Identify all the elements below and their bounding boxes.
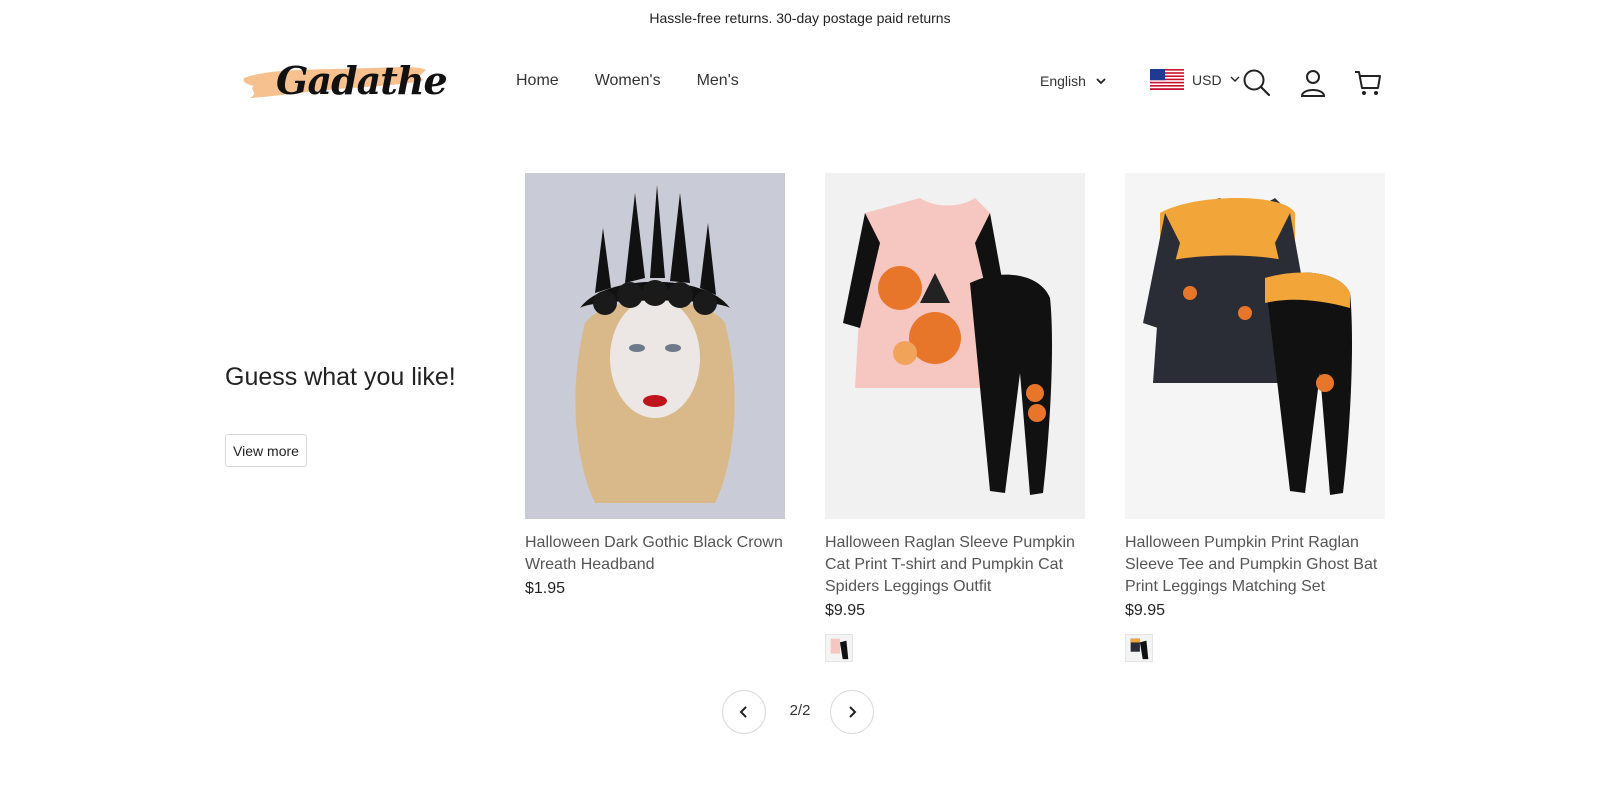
recommendation-heading: Guess what you like! <box>225 363 456 392</box>
nav-womens[interactable]: Women's <box>595 72 661 90</box>
chevron-right-icon <box>849 706 857 718</box>
us-flag-icon <box>1150 69 1184 90</box>
product-price: $9.95 <box>1125 602 1166 619</box>
product-image-pumpkin-ghost-set[interactable] <box>1125 173 1385 519</box>
nav-mens[interactable]: Men's <box>697 72 739 90</box>
cart-button[interactable] <box>1353 68 1383 98</box>
language-selector[interactable]: English <box>1040 73 1106 89</box>
site-header: Gadathe Home Women's Men's English USD <box>0 44 1600 124</box>
page-indicator: 2/2 <box>789 702 811 719</box>
product-card[interactable]: Halloween Dark Gothic Black Crown Wreath… <box>525 173 785 600</box>
currency-label: USD <box>1192 71 1222 88</box>
previous-button[interactable] <box>722 690 766 734</box>
view-more-button[interactable]: View more <box>225 434 307 467</box>
section-title: Guess what you like! <box>225 363 456 391</box>
carousel-pagination: 2/2 <box>0 690 1600 734</box>
product-image-crown-headband[interactable] <box>525 173 785 519</box>
next-button[interactable] <box>830 690 874 734</box>
announcement-bar: Hassle-free returns. 30-day postage paid… <box>0 0 1600 36</box>
product-price: $1.95 <box>525 580 566 597</box>
search-button[interactable] <box>1242 68 1272 98</box>
product-title[interactable]: Halloween Raglan Sleeve Pumpkin Cat Prin… <box>825 532 1085 598</box>
logo-wordmark: Gadathe <box>276 58 448 103</box>
account-button[interactable] <box>1298 68 1328 98</box>
currency-selector[interactable]: USD <box>1150 69 1240 90</box>
chevron-down-icon <box>1096 77 1106 84</box>
brand-logo[interactable]: Gadathe <box>240 50 448 110</box>
search-icon <box>1243 69 1271 97</box>
nav-home[interactable]: Home <box>516 72 559 90</box>
product-image-pumpkin-cat-outfit[interactable] <box>825 173 1085 519</box>
cart-icon <box>1355 71 1381 95</box>
product-price: $9.95 <box>825 602 866 619</box>
product-card[interactable]: Halloween Pumpkin Print Raglan Sleeve Te… <box>1125 173 1385 662</box>
account-icon <box>1300 70 1326 97</box>
main-nav: Home Women's Men's <box>516 72 739 90</box>
announcement-text: Hassle-free returns. 30-day postage paid… <box>649 10 951 26</box>
color-swatch[interactable] <box>825 634 853 662</box>
chevron-down-icon <box>1230 76 1240 82</box>
product-title[interactable]: Halloween Pumpkin Print Raglan Sleeve Te… <box>1125 532 1385 598</box>
product-title[interactable]: Halloween Dark Gothic Black Crown Wreath… <box>525 532 785 576</box>
language-label: English <box>1040 73 1086 89</box>
color-swatch[interactable] <box>1125 634 1153 662</box>
product-card[interactable]: Halloween Raglan Sleeve Pumpkin Cat Prin… <box>825 173 1085 662</box>
chevron-left-icon <box>739 706 747 718</box>
